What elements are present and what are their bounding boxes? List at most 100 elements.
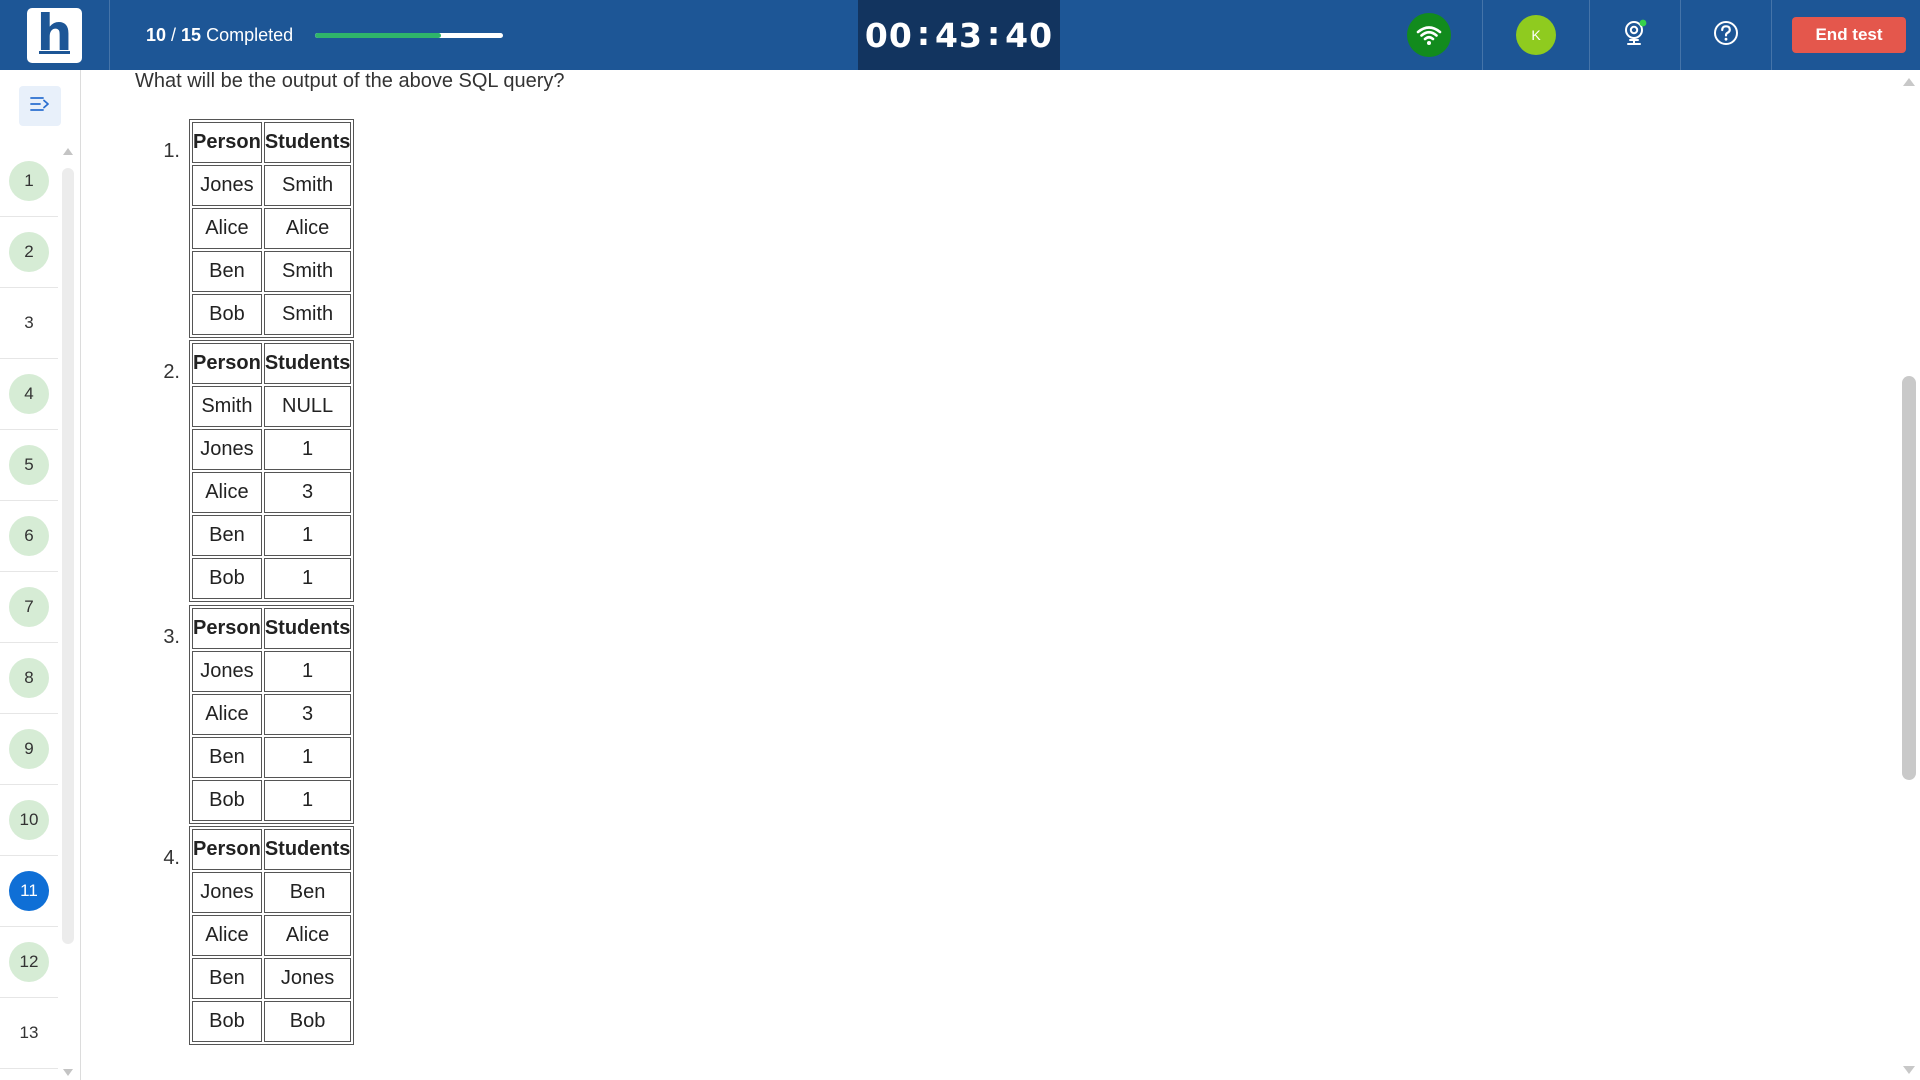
table-cell: Alice xyxy=(263,915,352,956)
column-header: Students xyxy=(263,608,352,649)
scroll-up-arrow-icon[interactable] xyxy=(63,148,73,155)
table-row: Alice 3 xyxy=(192,694,352,735)
table-cell: Bob xyxy=(192,780,262,821)
progress-total: 15 xyxy=(181,24,202,45)
question-number: 6 xyxy=(9,516,49,556)
table-cell: Bob xyxy=(192,1001,262,1042)
question-number: 3 xyxy=(24,313,34,332)
webcam-status[interactable] xyxy=(1589,0,1680,70)
question-nav-item[interactable]: 4 xyxy=(0,359,58,430)
sidebar-scrollbar[interactable] xyxy=(61,146,75,1080)
table-cell: Smith xyxy=(263,294,352,335)
table-cell: Alice xyxy=(192,915,262,956)
answer-table: Person Students Jones Ben Alice Alice Ben Jones… xyxy=(189,826,355,1045)
table-row: Jones Ben xyxy=(192,872,352,913)
table-cell: Alice xyxy=(192,208,262,249)
table-cell: 3 xyxy=(263,694,352,735)
table-header-row: Person Students xyxy=(192,608,352,649)
table-row: Jones Smith xyxy=(192,165,352,206)
table-cell: Bob xyxy=(263,1001,352,1042)
table-cell: Alice xyxy=(192,694,262,735)
table-cell: Jones xyxy=(192,429,262,470)
table-cell: Smith xyxy=(192,386,262,427)
collapse-sidebar-button[interactable] xyxy=(19,86,61,126)
table-cell: Alice xyxy=(192,472,262,513)
scroll-down-arrow-icon[interactable] xyxy=(63,1069,73,1076)
table-cell: 1 xyxy=(263,558,352,599)
table-cell: Ben xyxy=(192,737,262,778)
answer-table: Person Students Jones 1 Alice 3 Ben 1 Bob 1 xyxy=(189,605,355,824)
question-number: 5 xyxy=(9,445,49,485)
question-number: 2 xyxy=(9,232,49,272)
question-number: 9 xyxy=(9,729,49,769)
column-header: Students xyxy=(263,122,352,163)
column-header: Students xyxy=(263,343,352,384)
option-number: 2. xyxy=(163,361,180,383)
table-header-row: Person Students xyxy=(192,122,352,163)
table-row: Jones 1 xyxy=(192,429,352,470)
progress-bar xyxy=(315,32,504,38)
answer-table: Person Students Jones Smith Alice Alice Ben Smi… xyxy=(189,119,355,338)
table-row: Smith NULL xyxy=(192,386,352,427)
question-content: What will be the output of the above SQL… xyxy=(82,70,1897,1080)
main-scrollbar[interactable] xyxy=(1898,70,1920,1080)
timer-separator: : xyxy=(986,13,1002,53)
table-row: Bob Smith xyxy=(192,294,352,335)
help-button[interactable] xyxy=(1680,0,1771,70)
wifi-icon xyxy=(1406,13,1451,57)
logo-container: h xyxy=(0,0,110,70)
table-row: Bob 1 xyxy=(192,780,352,821)
table-cell: 1 xyxy=(263,515,352,556)
sidebar-scroll-thumb[interactable] xyxy=(62,168,74,944)
table-cell: Smith xyxy=(263,165,352,206)
question-nav-item[interactable]: 6 xyxy=(0,501,58,572)
table-cell: 1 xyxy=(263,429,352,470)
scroll-up-arrow-icon[interactable] xyxy=(1903,78,1915,86)
question-nav-item[interactable]: 8 xyxy=(0,643,58,714)
table-row: Alice 3 xyxy=(192,472,352,513)
question-nav-item[interactable]: 5 xyxy=(0,430,58,501)
table-row: Bob Bob xyxy=(192,1001,352,1042)
main-scroll-thumb[interactable] xyxy=(1902,376,1916,780)
column-header: Person xyxy=(192,122,262,163)
table-cell: Alice xyxy=(263,208,352,249)
question-nav-item[interactable]: 7 xyxy=(0,572,58,643)
option-number: 4. xyxy=(163,847,180,869)
question-sidebar: 1 2 3 4 5 6 7 8 9 10 11 12 13 xyxy=(0,70,81,1080)
end-test-button[interactable]: End test xyxy=(1792,17,1906,53)
table-header-row: Person Students xyxy=(192,343,352,384)
question-nav-item[interactable]: 13 xyxy=(0,998,58,1069)
question-nav-item[interactable]: 1 xyxy=(0,146,58,217)
table-row: Ben Smith xyxy=(192,251,352,292)
question-nav-item[interactable]: 9 xyxy=(0,714,58,785)
table-cell: Jones xyxy=(192,651,262,692)
table-row: Alice Alice xyxy=(192,208,352,249)
question-number: 10 xyxy=(9,800,49,840)
table-cell: 3 xyxy=(263,472,352,513)
scroll-down-arrow-icon[interactable] xyxy=(1903,1066,1915,1074)
question-number: 4 xyxy=(9,374,49,414)
question-nav-item[interactable]: 3 xyxy=(0,288,58,359)
table-cell: Jones xyxy=(192,872,262,913)
user-menu[interactable]: K xyxy=(1482,0,1589,70)
progress-sep: / xyxy=(166,24,182,45)
table-cell: Jones xyxy=(192,165,262,206)
progress-done: 10 xyxy=(146,24,167,45)
progress-label: Completed xyxy=(201,24,294,45)
question-nav-item[interactable]: 10 xyxy=(0,785,58,856)
timer-minutes: 43 xyxy=(935,15,983,55)
question-nav-item[interactable]: 11 xyxy=(0,856,58,927)
question-nav-item[interactable]: 12 xyxy=(0,927,58,998)
user-avatar: K xyxy=(1516,15,1556,55)
answer-table: Person Students Smith NULL Jones 1 Alice 3 Ben 1 B… xyxy=(189,340,355,602)
question-number: 11 xyxy=(9,871,49,911)
network-status[interactable] xyxy=(1375,0,1482,70)
question-nav-item[interactable]: 2 xyxy=(0,217,58,288)
hackerearth-logo[interactable]: h xyxy=(27,7,82,63)
collapse-menu-icon xyxy=(29,96,51,117)
question-number: 13 xyxy=(19,1023,39,1042)
timer-separator: : xyxy=(916,13,932,53)
timer-hours: 00 xyxy=(864,15,913,55)
table-cell: NULL xyxy=(263,386,352,427)
